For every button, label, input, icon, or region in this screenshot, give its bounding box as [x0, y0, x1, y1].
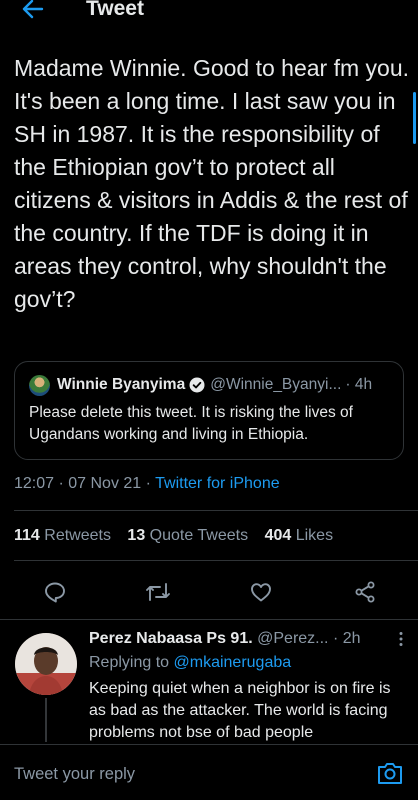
- reply-button[interactable]: [37, 574, 73, 610]
- reply-text: Keeping quiet when a neighbor is on fire…: [89, 680, 391, 741]
- reply-icon: [45, 582, 65, 603]
- scrollbar[interactable]: [413, 92, 416, 144]
- reply-header: Perez Nabaasa Ps 91. @Perez... · 2h: [89, 630, 409, 648]
- quoted-author-handle: @Winnie_Byanyi...: [210, 376, 342, 393]
- share-icon: [355, 581, 375, 603]
- divider: [0, 619, 418, 620]
- replying-to-label: Replying to: [89, 654, 174, 671]
- verified-badge-icon: [189, 377, 205, 393]
- likes-stat[interactable]: 404 Likes: [265, 527, 334, 544]
- likes-label: Likes: [295, 527, 334, 544]
- quoted-tweet-text: Please delete this tweet. It is risking …: [29, 404, 353, 443]
- more-options-button[interactable]: [398, 631, 404, 652]
- retweet-button[interactable]: [140, 574, 176, 610]
- back-button[interactable]: [18, 0, 48, 24]
- arrow-left-icon: [22, 0, 44, 19]
- thread-line: [45, 698, 47, 742]
- retweets-stat[interactable]: 114 Retweets: [14, 527, 111, 544]
- more-vertical-icon: [399, 632, 403, 646]
- page-title: Tweet: [86, 0, 144, 20]
- avatar-photo: [15, 633, 77, 695]
- tweet-source-link[interactable]: Twitter for iPhone: [155, 475, 280, 492]
- tweet-stats: 114 Retweets 13 Quote Tweets 404 Likes: [14, 527, 345, 545]
- retweets-label: Retweets: [44, 527, 111, 544]
- retweets-count: 114: [14, 527, 40, 544]
- divider: [14, 560, 418, 561]
- reply-author-handle: @Perez...: [257, 630, 329, 647]
- tweet-actions: [0, 574, 418, 610]
- tweet-meta: 12:07 · 07 Nov 21 · Twitter for iPhone: [14, 475, 280, 493]
- quoted-tweet-header: Winnie Byanyima @Winnie_Byanyi... · 4h: [29, 374, 393, 396]
- like-icon: [251, 583, 271, 602]
- reply-input[interactable]: Tweet your reply: [14, 765, 135, 784]
- camera-icon: [378, 763, 402, 784]
- retweet-icon: [146, 583, 170, 601]
- avatar[interactable]: [29, 374, 50, 396]
- avatar[interactable]: [15, 633, 77, 695]
- quote-tweets-stat[interactable]: 13 Quote Tweets: [127, 527, 248, 544]
- likes-count: 404: [264, 527, 292, 544]
- quote-tweets-count: 13: [127, 527, 146, 544]
- top-bar: Tweet: [0, 0, 418, 30]
- reply-composer: Tweet your reply: [0, 744, 418, 800]
- quote-tweets-label: Quote Tweets: [149, 527, 249, 544]
- share-button[interactable]: [347, 574, 383, 610]
- replying-to-handle[interactable]: @mkainerugaba: [174, 654, 292, 671]
- tweet-text: Madame Winnie. Good to hear fm you. It's…: [14, 55, 410, 312]
- quoted-tweet-time: · 4h: [345, 376, 373, 393]
- camera-button[interactable]: [376, 759, 404, 787]
- reply-tweet[interactable]: Perez Nabaasa Ps 91. @Perez... · 2h Repl…: [0, 622, 418, 742]
- replying-to: Replying to @mkainerugaba: [89, 654, 291, 672]
- reply-author-name: Perez Nabaasa Ps 91.: [89, 630, 253, 647]
- quoted-tweet[interactable]: Winnie Byanyima @Winnie_Byanyi... · 4h P…: [14, 361, 404, 460]
- like-button[interactable]: [243, 574, 279, 610]
- quoted-author-name: Winnie Byanyima: [57, 376, 186, 393]
- reply-time: · 2h: [332, 630, 361, 647]
- divider: [14, 510, 418, 511]
- tweet-timestamp: 12:07 · 07 Nov 21 ·: [14, 475, 156, 492]
